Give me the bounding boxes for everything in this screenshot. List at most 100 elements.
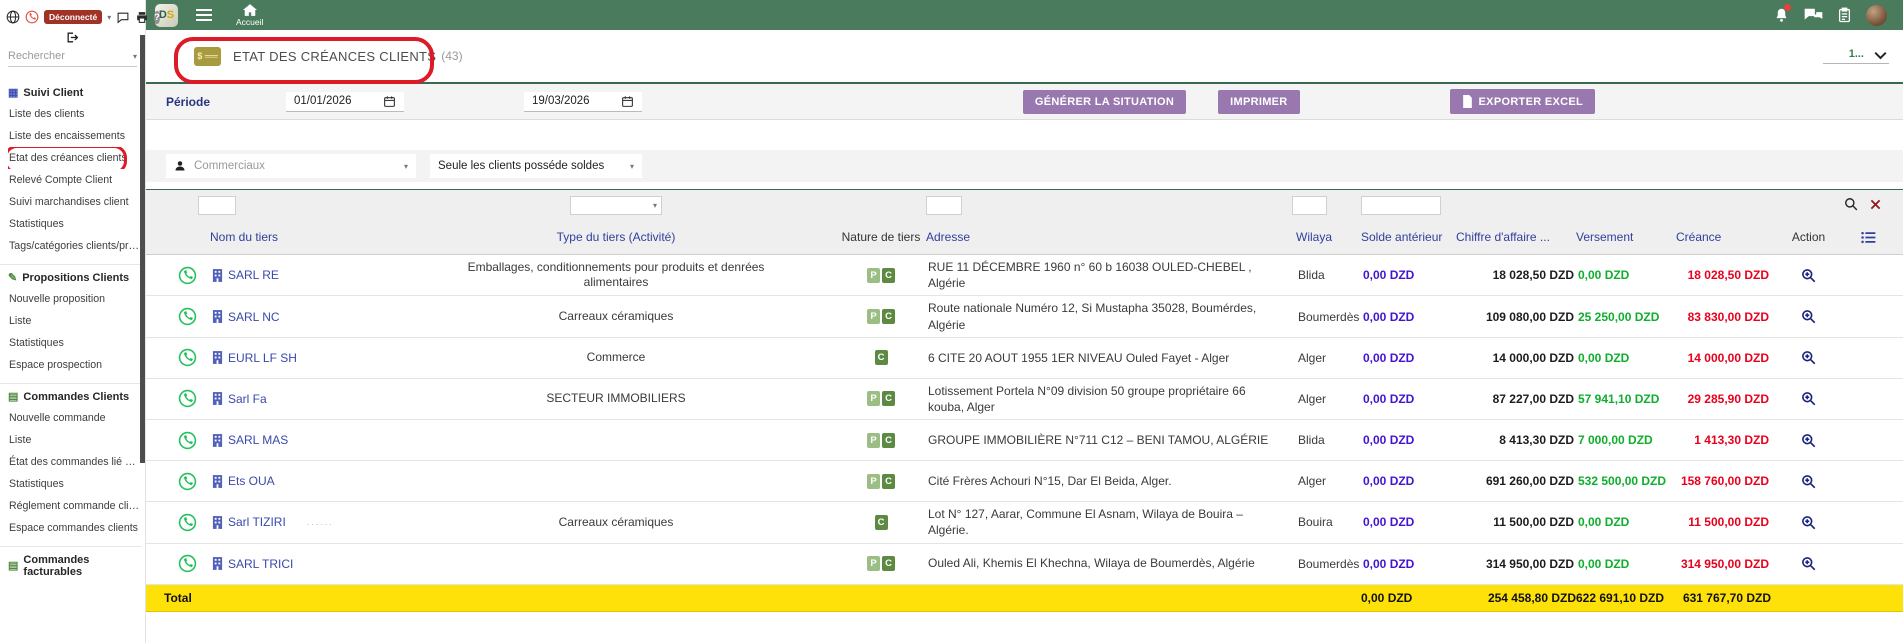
- col-action[interactable]: Action: [1771, 230, 1846, 244]
- col-creance[interactable]: Créance: [1676, 230, 1771, 244]
- whatsapp-icon[interactable]: [164, 427, 210, 454]
- help-icon[interactable]: ?: [154, 11, 160, 24]
- sidebar-divider: [0, 383, 141, 384]
- whatsapp-icon[interactable]: [164, 344, 210, 371]
- zoom-in-action-icon[interactable]: [1771, 305, 1846, 328]
- sidebar-item-suivi-marchandises-client[interactable]: Suivi marchandises client: [8, 191, 141, 213]
- zoom-in-action-icon[interactable]: [1771, 552, 1846, 575]
- date-from-input[interactable]: 01/01/2026: [286, 92, 404, 112]
- sidebar-section-title[interactable]: ▤Commandes facturables: [8, 554, 141, 578]
- zoom-in-action-icon[interactable]: [1771, 511, 1846, 534]
- zoom-in-action-icon[interactable]: [1771, 470, 1846, 493]
- filter-select-type[interactable]: ▾: [570, 196, 662, 215]
- sidebar-item-liste[interactable]: Liste: [8, 429, 141, 451]
- commercials-select[interactable]: Commerciaux ▾: [166, 154, 416, 178]
- sidebar-item-nouvelle-commande[interactable]: Nouvelle commande: [8, 407, 141, 429]
- sidebar-item-statistiques[interactable]: Statistiques: [8, 332, 141, 354]
- sidebar-item-statistiques[interactable]: Statistiques: [8, 213, 141, 235]
- sidebar-item-statistiques[interactable]: Statistiques: [8, 473, 141, 495]
- search-icon[interactable]: [1844, 197, 1858, 211]
- col-versement[interactable]: Versement: [1576, 230, 1676, 244]
- date-to-input[interactable]: 19/03/2026: [524, 92, 642, 112]
- whatsapp-icon[interactable]: [164, 468, 210, 495]
- table-row: SARL NCCarreaux céramiquesPCRoute nation…: [146, 296, 1903, 337]
- avatar[interactable]: [1866, 5, 1887, 26]
- sidebar-item-r-glement-commande-client[interactable]: Réglement commande client: [8, 495, 141, 517]
- sidebar-section-title[interactable]: ✎Propositions Clients: [8, 272, 141, 284]
- sidebar-item-tat-des-commandes-li-aux[interactable]: État des commandes lié aux ...: [8, 451, 141, 473]
- col-adresse[interactable]: Adresse: [926, 230, 1296, 244]
- calendar-icon[interactable]: [383, 95, 396, 108]
- zoom-in-action-icon[interactable]: [1771, 264, 1846, 287]
- col-nom-du-tiers[interactable]: Nom du tiers: [210, 230, 396, 244]
- client-name-link[interactable]: EURL LF SH: [228, 351, 297, 365]
- client-name-link[interactable]: Ets OUA: [228, 474, 275, 488]
- calendar-icon[interactable]: [621, 95, 634, 108]
- col-wilaya[interactable]: Wilaya: [1296, 230, 1361, 244]
- creance-cell: 1 413,30 DZD: [1676, 429, 1771, 451]
- status-badge[interactable]: Déconnecté: [44, 10, 102, 24]
- sidebar-item-liste[interactable]: Liste: [8, 310, 141, 332]
- solde-filter-select[interactable]: Seule les clients posséde soldes ▾: [430, 154, 642, 178]
- bell-icon[interactable]: [1774, 7, 1789, 23]
- globe-icon[interactable]: [6, 10, 20, 24]
- sidebar-scrollbar[interactable]: [140, 35, 145, 463]
- col-nature-de-tiers[interactable]: Nature de tiers: [836, 230, 926, 244]
- export-excel-button[interactable]: EXPORTER EXCEL: [1450, 89, 1595, 114]
- chevron-down-icon[interactable]: ▾: [107, 13, 111, 22]
- col-type-du-tiers[interactable]: Type du tiers (Activité): [396, 230, 836, 244]
- whatsapp-icon[interactable]: [164, 303, 210, 330]
- chevron-down-icon[interactable]: [1874, 51, 1887, 60]
- logout-icon[interactable]: [65, 31, 80, 44]
- whatsapp-icon[interactable]: [164, 550, 210, 577]
- sidebar-section-label: Commandes Clients: [23, 391, 129, 403]
- client-name-link[interactable]: SARL NC: [228, 310, 280, 324]
- address-cell: Cité Frères Achouri N°15, Dar El Beida, …: [926, 469, 1296, 493]
- clear-filter-icon[interactable]: [1870, 199, 1881, 210]
- sidebar-item-relev-compte-client[interactable]: Relevé Compte Client: [8, 169, 141, 191]
- building-icon: [212, 351, 223, 364]
- print-button[interactable]: IMPRIMER: [1218, 90, 1299, 114]
- filter-input-name[interactable]: [198, 196, 236, 215]
- whatsapp-icon[interactable]: [25, 10, 39, 24]
- whatsapp-icon[interactable]: [164, 509, 210, 536]
- solde-anterieur-cell: 0,00 DZD: [1361, 347, 1456, 369]
- client-name-link[interactable]: Sarl TIZIRI: [228, 515, 286, 529]
- filter-input-wilaya[interactable]: [1292, 196, 1327, 215]
- zoom-in-action-icon[interactable]: [1771, 387, 1846, 410]
- chat-icon[interactable]: [1804, 8, 1823, 23]
- client-name-link[interactable]: SARL MAS: [228, 433, 288, 447]
- menu-icon[interactable]: [196, 6, 212, 24]
- filter-input-solde[interactable]: [1361, 196, 1441, 215]
- sidebar-item-nouvelle-proposition[interactable]: Nouvelle proposition: [8, 288, 141, 310]
- nature-badge-P: P: [867, 474, 880, 489]
- creance-cell: 314 950,00 DZD: [1676, 553, 1771, 575]
- client-name-link[interactable]: SARL TRICI: [228, 557, 293, 571]
- filter-input-address[interactable]: [926, 196, 962, 215]
- building-icon: [212, 269, 223, 282]
- chat-bubble-icon[interactable]: [116, 11, 130, 24]
- sidebar-item-tags-cat-gories-clients-prosp[interactable]: Tags/catégories clients/prosp.: [8, 235, 141, 257]
- column-settings-icon[interactable]: [1846, 231, 1891, 244]
- whatsapp-icon[interactable]: [164, 262, 210, 289]
- client-name-link[interactable]: Sarl Fa: [228, 392, 267, 406]
- whatsapp-icon[interactable]: [164, 385, 210, 412]
- printer-icon[interactable]: [135, 11, 149, 24]
- sidebar-item-etat-des-cr-ances-clients[interactable]: Etat des créances clients: [8, 147, 141, 169]
- col-chiffre-affaire[interactable]: Chiffre d'affaire ...: [1456, 230, 1576, 244]
- nav-home[interactable]: Accueil: [236, 3, 263, 27]
- sidebar-item-liste-des-encaissements[interactable]: Liste des encaissements: [8, 125, 141, 147]
- sidebar-section-title[interactable]: ▤Commandes Clients: [8, 391, 141, 403]
- sidebar-search[interactable]: Rechercher ▾: [8, 50, 137, 67]
- col-solde-anterieur[interactable]: Solde antérieur: [1361, 230, 1456, 244]
- sidebar-item-espace-commandes-clients[interactable]: Espace commandes clients: [8, 517, 141, 539]
- sidebar-item-espace-prospection[interactable]: Espace prospection: [8, 354, 141, 376]
- sidebar-item-liste-des-clients[interactable]: Liste des clients: [8, 103, 141, 125]
- pagination[interactable]: 1...: [1823, 48, 1889, 64]
- clipboard-icon[interactable]: [1838, 7, 1851, 23]
- sidebar-section-title[interactable]: ▦Suivi Client: [8, 87, 141, 99]
- generate-situation-button[interactable]: GÉNÉRER LA SITUATION: [1023, 90, 1186, 114]
- zoom-in-action-icon[interactable]: [1771, 429, 1846, 452]
- zoom-in-action-icon[interactable]: [1771, 346, 1846, 369]
- client-name-link[interactable]: SARL RE: [228, 268, 279, 282]
